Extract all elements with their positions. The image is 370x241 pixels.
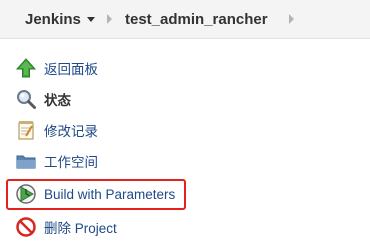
breadcrumb-jenkins[interactable]: Jenkins xyxy=(25,0,95,38)
task-delete-project[interactable]: 删除 Project xyxy=(15,215,117,239)
task-back-to-dashboard-label[interactable]: 返回面板 xyxy=(44,58,98,78)
task-changes[interactable]: 修改记录 xyxy=(15,118,98,142)
green-up-arrow-icon[interactable] xyxy=(15,57,37,79)
notepad-icon[interactable] xyxy=(15,119,37,141)
breadcrumb-project-label[interactable]: test_admin_rancher xyxy=(125,11,268,28)
task-back-to-dashboard[interactable]: 返回面板 xyxy=(15,56,98,80)
chevron-down-icon[interactable] xyxy=(86,17,95,22)
task-status[interactable]: 状态 xyxy=(15,87,71,111)
breadcrumb: Jenkins test_admin_rancher xyxy=(0,0,370,39)
folder-icon[interactable] xyxy=(15,150,37,172)
task-delete-project-label[interactable]: 删除 Project xyxy=(44,217,117,237)
breadcrumb-separator-icon xyxy=(107,14,112,24)
task-changes-label[interactable]: 修改记录 xyxy=(44,120,98,140)
breadcrumb-jenkins-label[interactable]: Jenkins xyxy=(25,11,81,28)
jenkins-job-page: Jenkins test_admin_rancher 返回面板 状态 修改记录 … xyxy=(0,0,370,241)
magnifier-icon[interactable] xyxy=(15,88,37,110)
task-status-label[interactable]: 状态 xyxy=(44,89,71,109)
breadcrumb-separator-icon xyxy=(289,14,294,24)
task-workspace-label[interactable]: 工作空间 xyxy=(44,151,98,171)
task-build-with-parameters[interactable]: Build with Parameters xyxy=(15,182,175,206)
breadcrumb-project[interactable]: test_admin_rancher xyxy=(125,0,268,38)
build-clock-icon[interactable] xyxy=(15,183,37,205)
no-entry-icon[interactable] xyxy=(15,216,37,238)
task-build-with-parameters-label[interactable]: Build with Parameters xyxy=(44,187,175,202)
task-workspace[interactable]: 工作空间 xyxy=(15,149,98,173)
